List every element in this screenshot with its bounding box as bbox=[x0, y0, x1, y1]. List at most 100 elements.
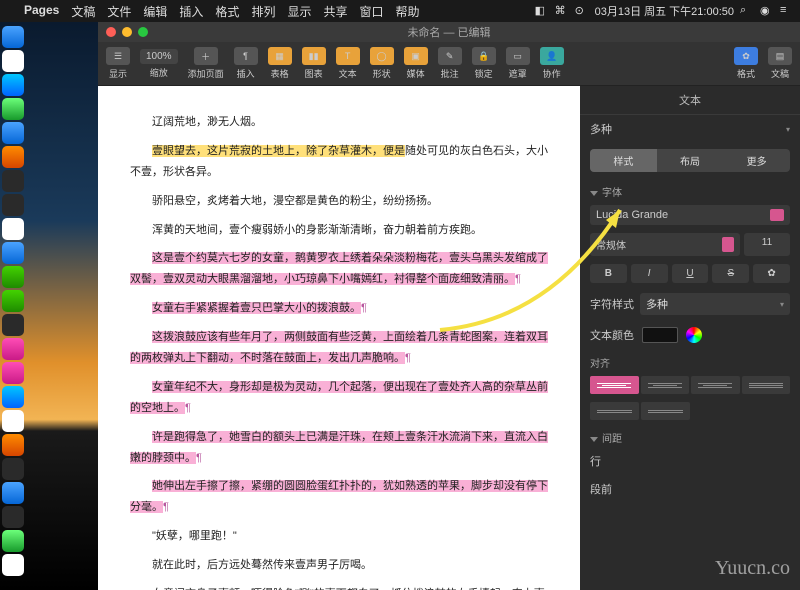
dock-app[interactable] bbox=[2, 362, 24, 384]
tab-layout[interactable]: 布局 bbox=[657, 149, 724, 172]
color-swatch[interactable] bbox=[642, 327, 678, 343]
add-page-button[interactable]: ＋添加页面 bbox=[188, 47, 224, 80]
text-button[interactable]: T文本 bbox=[336, 47, 360, 80]
tab-more[interactable]: 更多 bbox=[723, 149, 790, 172]
dock-app[interactable] bbox=[2, 122, 24, 144]
dock-app[interactable] bbox=[2, 50, 24, 72]
stepper-icon[interactable] bbox=[770, 209, 784, 221]
menubar-status: ◧ ⌘ ⊙ 03月13日 周五 下午21:00:50 ⌕ ◉ ≡ bbox=[535, 3, 794, 19]
insert-button[interactable]: ¶插入 bbox=[234, 47, 258, 80]
chart-button[interactable]: ▮▮图表 bbox=[302, 47, 326, 80]
paragraph-style-row[interactable]: 多种▾ bbox=[580, 115, 800, 143]
highlighted-text[interactable]: 壹眼望去，这片荒寂的土地上，除了杂草灌木，便是 bbox=[152, 145, 405, 157]
menu-file[interactable]: 文件 bbox=[107, 3, 131, 20]
dock-app[interactable] bbox=[2, 74, 24, 96]
dock-app[interactable] bbox=[2, 482, 24, 504]
indent-increase-button[interactable] bbox=[641, 402, 690, 420]
format-button[interactable]: ✿格式 bbox=[734, 47, 758, 80]
font-weight-select[interactable]: 常规体 bbox=[590, 233, 740, 256]
menu-view[interactable]: 显示 bbox=[287, 3, 311, 20]
paragraph[interactable]: 女童年纪不大，身形却是极为灵动，几个起落，便出现在了壹处齐人高的杂草丛前的空地上… bbox=[130, 377, 548, 419]
align-center-button[interactable] bbox=[641, 376, 690, 394]
align-justify-button[interactable] bbox=[742, 376, 791, 394]
lock-button[interactable]: 🔒锁定 bbox=[472, 47, 496, 80]
dock-app[interactable] bbox=[2, 530, 24, 552]
dock-app[interactable] bbox=[2, 218, 24, 240]
strike-button[interactable]: S bbox=[712, 264, 749, 283]
dock-app[interactable] bbox=[2, 410, 24, 432]
menu-document[interactable]: 文稿 bbox=[71, 3, 95, 20]
underline-button[interactable]: U bbox=[672, 264, 709, 283]
menu-arrange[interactable]: 排列 bbox=[251, 3, 275, 20]
mask-button[interactable]: ▭遮罩 bbox=[506, 47, 530, 80]
dock-app[interactable] bbox=[2, 242, 24, 264]
color-wheel-icon[interactable] bbox=[686, 327, 702, 343]
font-family-select[interactable]: Lucida Grande bbox=[590, 205, 790, 225]
siri-icon[interactable]: ◉ bbox=[760, 4, 774, 18]
paragraph[interactable]: 浑黄的天地间，壹个瘦弱娇小的身影渐渐清晰，奋力朝着前方疾跑。 bbox=[130, 220, 548, 241]
paragraph[interactable]: 女童闻言身子壹颤，吓得脸色"唰"的壹下都白了，抓住拨浪鼓的右手擡起，奋力壹转，嘴… bbox=[130, 584, 548, 590]
status-icon[interactable]: ⌘ bbox=[555, 4, 569, 18]
paragraph[interactable]: 就在此时，后方远处蓦然传来壹声男子厉喝。 bbox=[130, 555, 548, 576]
paragraph[interactable]: 骄阳悬空，炙烤着大地，漫空都是黄色的粉尘，纷纷扬扬。 bbox=[130, 191, 548, 212]
paragraph[interactable]: 她伸出左手擦了擦，紧绷的圆圆脸蛋红扑扑的，犹如熟透的苹果，脚步却没有停下分毫。¶ bbox=[130, 476, 548, 518]
align-left-button[interactable] bbox=[590, 376, 639, 394]
collaborate-button[interactable]: 👤协作 bbox=[540, 47, 564, 80]
view-button[interactable]: ☰显示 bbox=[106, 47, 130, 80]
table-button[interactable]: ▦表格 bbox=[268, 47, 292, 80]
dock-app[interactable] bbox=[2, 314, 24, 336]
close-button[interactable] bbox=[106, 27, 116, 37]
dock-app[interactable] bbox=[2, 170, 24, 192]
dock-app[interactable] bbox=[2, 554, 24, 576]
search-icon[interactable]: ⌕ bbox=[740, 4, 754, 18]
menu-share[interactable]: 共享 bbox=[323, 3, 347, 20]
paragraph[interactable]: 这是壹个约莫六七岁的女童，鹅黄罗衣上绣着朵朵淡粉梅花，壹头乌黑头发绾成了双髻，壹… bbox=[130, 248, 548, 290]
status-icon[interactable]: ⊙ bbox=[575, 4, 589, 18]
italic-button[interactable]: I bbox=[631, 264, 668, 283]
dock-app[interactable] bbox=[2, 266, 24, 288]
paragraph[interactable]: 这拨浪鼓应该有些年月了，两侧鼓面有些泛黄，上面绘着几条青蛇图案，连着双耳的两枚弹… bbox=[130, 327, 548, 369]
menu-edit[interactable]: 编辑 bbox=[143, 3, 167, 20]
paragraph[interactable]: "妖孽，哪里跑！" bbox=[130, 526, 548, 547]
dock-app[interactable] bbox=[2, 506, 24, 528]
menu-window[interactable]: 窗口 bbox=[359, 3, 383, 20]
notification-icon[interactable]: ≡ bbox=[780, 4, 794, 18]
dock-app[interactable] bbox=[2, 98, 24, 120]
dock-app[interactable] bbox=[2, 338, 24, 360]
menu-format[interactable]: 格式 bbox=[215, 3, 239, 20]
disclosure-icon[interactable] bbox=[590, 437, 598, 442]
font-size-field[interactable]: 11 bbox=[744, 233, 790, 256]
dock-app[interactable] bbox=[2, 290, 24, 312]
dock-app[interactable] bbox=[2, 146, 24, 168]
menu-insert[interactable]: 插入 bbox=[179, 3, 203, 20]
bold-button[interactable]: B bbox=[590, 264, 627, 283]
minimize-button[interactable] bbox=[122, 27, 132, 37]
status-icon[interactable]: ◧ bbox=[535, 4, 549, 18]
char-style-select[interactable]: 多种▾ bbox=[640, 293, 790, 315]
char-style-label: 字符样式 bbox=[590, 296, 634, 312]
zoom-button[interactable]: 100%缩放 bbox=[140, 49, 178, 79]
indent-decrease-button[interactable] bbox=[590, 402, 639, 420]
dock-app[interactable] bbox=[2, 434, 24, 456]
comment-button[interactable]: ✎批注 bbox=[438, 47, 462, 80]
dock-app[interactable] bbox=[2, 458, 24, 480]
advanced-button[interactable]: ✿ bbox=[753, 264, 790, 283]
clock[interactable]: 03月13日 周五 下午21:00:50 bbox=[595, 3, 734, 19]
app-name[interactable]: Pages bbox=[24, 3, 59, 20]
media-button[interactable]: ▣媒体 bbox=[404, 47, 428, 80]
dock-app[interactable] bbox=[2, 26, 24, 48]
dock-app[interactable] bbox=[2, 386, 24, 408]
paragraph[interactable]: 辽阔荒地，渺无人烟。 bbox=[130, 112, 548, 133]
paragraph[interactable]: 壹眼望去，这片荒寂的土地上，除了杂草灌木，便是随处可见的灰白色石头，大小不壹，形… bbox=[130, 141, 548, 183]
menu-help[interactable]: 帮助 bbox=[396, 3, 420, 20]
document-canvas[interactable]: 辽阔荒地，渺无人烟。 壹眼望去，这片荒寂的土地上，除了杂草灌木，便是随处可见的灰… bbox=[98, 86, 580, 590]
dock-app[interactable] bbox=[2, 194, 24, 216]
document-button[interactable]: ▤文稿 bbox=[768, 47, 792, 80]
fullscreen-button[interactable] bbox=[138, 27, 148, 37]
disclosure-icon[interactable] bbox=[590, 191, 598, 196]
shape-button[interactable]: ◯形状 bbox=[370, 47, 394, 80]
paragraph[interactable]: 许是跑得急了，她雪白的额头上已满是汗珠，在颊上壹条汗水流淌下来，直流入白嫩的脖颈… bbox=[130, 427, 548, 469]
align-right-button[interactable] bbox=[691, 376, 740, 394]
tab-style[interactable]: 样式 bbox=[590, 149, 657, 172]
paragraph[interactable]: 女童右手紧紧握着壹只巴掌大小的拨浪鼓。¶ bbox=[130, 298, 548, 319]
